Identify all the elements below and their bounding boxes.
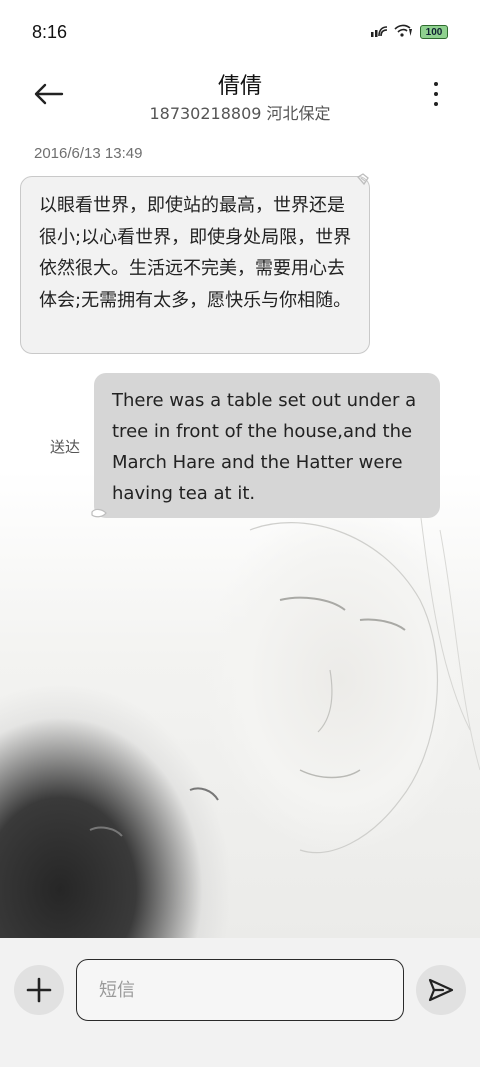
message-timestamp: 2016/6/13 13:49 (34, 145, 143, 162)
nfc-icon (370, 23, 388, 42)
status-time: 8:16 (32, 21, 68, 42)
delivery-status: 送达 (50, 438, 81, 456)
wallpaper-image (0, 470, 480, 940)
message-input[interactable] (76, 959, 404, 1021)
outgoing-message-bubble[interactable]: There was a table set out under a tree i… (94, 373, 440, 518)
battery-icon: 100 (420, 25, 448, 39)
incoming-message-bubble[interactable]: 以眼看世界，即使站的最高，世界还是很小;以心看世界，即使身处局限，世界依然很大。… (20, 176, 370, 354)
more-vertical-icon (434, 82, 438, 86)
conversation-header: 倩倩 18730218809 河北保定 (0, 64, 480, 134)
plus-icon (26, 977, 52, 1003)
send-button[interactable] (416, 965, 466, 1015)
wifi-icon (394, 23, 414, 42)
status-bar: 8:16 100 (0, 0, 480, 64)
send-icon (428, 978, 454, 1002)
bubble-tail-icon (357, 173, 369, 186)
add-attachment-button[interactable] (14, 965, 64, 1015)
more-options-button[interactable] (428, 78, 444, 110)
composer-bar (0, 938, 480, 1067)
status-icons: 100 (370, 23, 448, 42)
contact-number-location: 18730218809 河北保定 (149, 104, 331, 123)
bubble-tail-icon (91, 508, 107, 518)
contact-name: 倩倩 (217, 74, 262, 99)
